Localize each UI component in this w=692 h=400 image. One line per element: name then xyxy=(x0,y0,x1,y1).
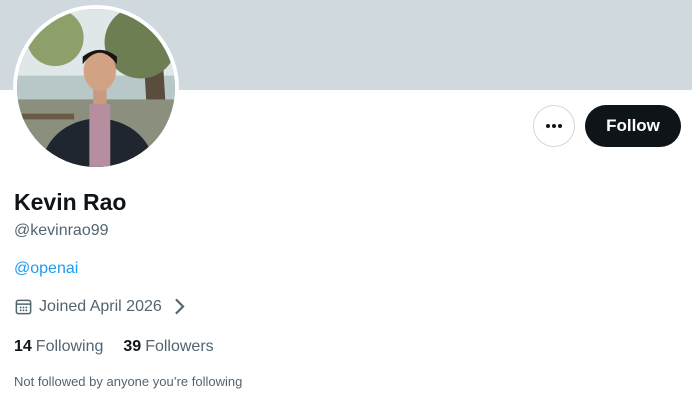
profile-avatar[interactable] xyxy=(13,5,179,171)
bio-mention-link[interactable]: @openai xyxy=(14,260,78,278)
followers-count: 39 xyxy=(123,338,142,355)
calendar-icon xyxy=(15,299,32,315)
profile-name: Kevin Rao xyxy=(14,189,127,215)
joined-label: Joined April 2026 xyxy=(39,297,162,315)
more-options-button[interactable] xyxy=(533,105,575,147)
more-horizontal-icon xyxy=(546,124,562,128)
following-stat[interactable]: 14 Following xyxy=(14,338,103,356)
chevron-right-icon xyxy=(174,298,185,315)
mutual-followers-note: Not followed by anyone you’re following xyxy=(14,374,243,389)
following-count: 14 xyxy=(14,338,32,355)
profile-handle: @kevinrao99 xyxy=(14,222,109,239)
followers-label: Followers xyxy=(145,338,214,355)
follow-button[interactable]: Follow xyxy=(585,105,681,147)
avatar-photo xyxy=(17,9,175,167)
following-label: Following xyxy=(35,338,104,355)
followers-stat[interactable]: 39 Followers xyxy=(123,338,213,356)
follow-stats: 14 Following 39 Followers xyxy=(14,338,214,356)
joined-date[interactable]: Joined April 2026 xyxy=(14,297,189,316)
